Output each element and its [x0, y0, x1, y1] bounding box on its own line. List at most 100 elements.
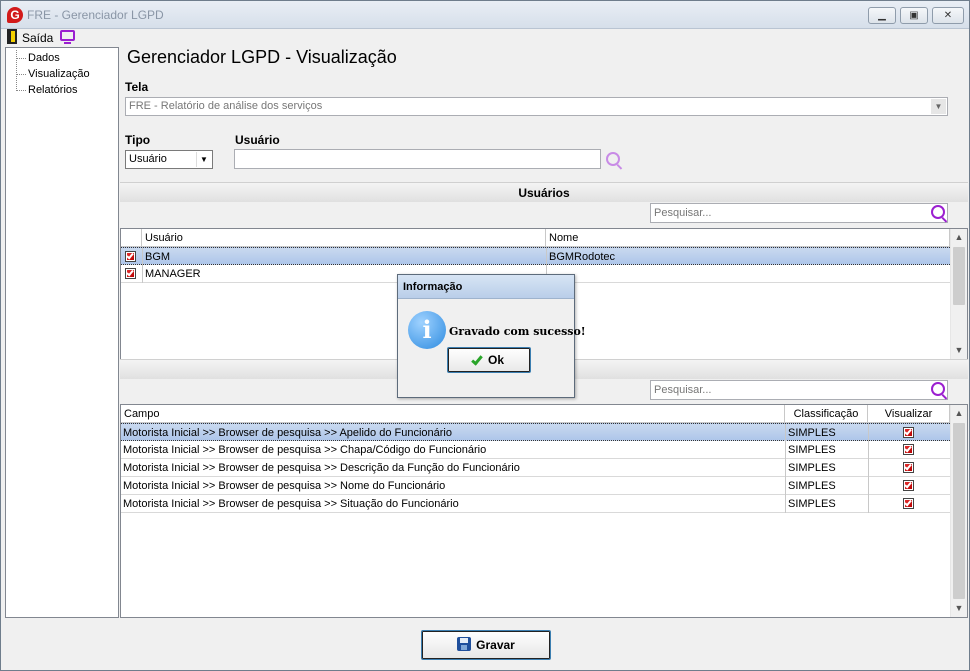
ok-button[interactable]: Ok [447, 347, 531, 373]
tree-item-visualizacao[interactable]: Visualização [6, 66, 118, 82]
cell-classificacao: SIMPLES [788, 444, 836, 456]
search-icon[interactable] [606, 152, 620, 166]
search-icon[interactable] [931, 205, 945, 219]
visualizar-checkbox[interactable] [903, 427, 914, 438]
info-dialog: Informação i Gravado com sucesso! Ok [397, 274, 586, 398]
cell-divider [142, 248, 143, 266]
cell-classificacao: SIMPLES [788, 427, 836, 439]
check-icon [904, 498, 912, 507]
cell-divider [868, 477, 869, 495]
chevron-down-icon[interactable]: ▼ [196, 152, 211, 167]
tipo-select-value: Usuário [129, 153, 167, 165]
usuario-input[interactable] [234, 149, 601, 169]
cell-divider [785, 495, 786, 513]
visualizar-checkbox[interactable] [903, 462, 914, 473]
cell-campo: Motorista Inicial >> Browser de pesquisa… [123, 480, 446, 492]
header-usuario[interactable]: Usuário [142, 229, 546, 247]
cell-divider [546, 248, 547, 266]
cell-divider [785, 441, 786, 459]
tela-label: Tela [125, 80, 149, 94]
cell-divider [785, 459, 786, 477]
tree-item-dados[interactable]: Dados [6, 50, 118, 66]
table-row[interactable]: BGM BGMRodotec [121, 247, 950, 266]
header-classificacao[interactable]: Classificação [785, 405, 868, 423]
check-icon [904, 444, 912, 453]
tela-select-value: FRE - Relatório de análise dos serviços [129, 100, 323, 112]
monitor-icon[interactable] [60, 30, 75, 44]
navigation-tree: Dados Visualização Relatórios [5, 47, 119, 618]
search-icon[interactable] [931, 382, 945, 396]
header-visualizar[interactable]: Visualizar [868, 405, 950, 423]
dialog-title[interactable]: Informação [398, 275, 574, 299]
table-row[interactable]: Motorista Inicial >> Browser de pesquisa… [121, 441, 950, 459]
page-title: Gerenciador LGPD - Visualização [127, 47, 397, 67]
scroll-up-icon[interactable]: ▲ [951, 405, 967, 422]
window-title: FRE - Gerenciador LGPD [27, 8, 164, 22]
fields-scrollbar[interactable]: ▲ ▼ [950, 405, 967, 617]
title-bar[interactable]: G FRE - Gerenciador LGPD ▁ ▣ ✕ [1, 1, 969, 29]
cell-usuario: BGM [145, 251, 171, 263]
exit-door-icon[interactable] [7, 29, 17, 44]
cell-divider [868, 495, 869, 513]
header-check-column [121, 229, 142, 247]
cell-nome [549, 265, 947, 283]
check-icon [126, 251, 134, 260]
users-search-input[interactable]: Pesquisar... [650, 203, 948, 223]
save-button[interactable]: Gravar [421, 630, 551, 660]
ok-button-label: Ok [487, 353, 504, 367]
check-icon [904, 427, 912, 436]
maximize-button[interactable]: ▣ [900, 7, 928, 24]
cell-classificacao: SIMPLES [788, 498, 836, 510]
chevron-down-icon[interactable]: ▼ [931, 99, 946, 114]
cell-campo: Motorista Inicial >> Browser de pesquisa… [123, 462, 520, 474]
table-row[interactable]: Motorista Inicial >> Browser de pesquisa… [121, 495, 950, 513]
cell-divider [868, 424, 869, 442]
table-row[interactable]: Motorista Inicial >> Browser de pesquisa… [121, 423, 950, 442]
scroll-down-icon[interactable]: ▼ [951, 342, 967, 359]
cell-divider [785, 424, 786, 442]
table-row[interactable]: Motorista Inicial >> Browser de pesquisa… [121, 459, 950, 477]
fields-table: Campo Classificação Visualizar Motorista… [120, 404, 968, 618]
cell-divider [868, 459, 869, 477]
visualizar-checkbox[interactable] [903, 498, 914, 509]
cell-campo: Motorista Inicial >> Browser de pesquisa… [123, 427, 452, 439]
tela-select[interactable]: FRE - Relatório de análise dos serviços … [125, 97, 948, 116]
main-window: G FRE - Gerenciador LGPD ▁ ▣ ✕ Saída Dad… [0, 0, 970, 671]
tree-item-relatorios[interactable]: Relatórios [6, 82, 118, 98]
check-icon [126, 268, 134, 277]
cell-divider [868, 441, 869, 459]
scroll-up-icon[interactable]: ▲ [951, 229, 967, 246]
row-checkbox[interactable] [125, 268, 136, 279]
header-campo[interactable]: Campo [121, 405, 785, 423]
cell-nome: BGMRodotec [549, 251, 616, 263]
check-icon [904, 462, 912, 471]
cell-campo: Motorista Inicial >> Browser de pesquisa… [123, 498, 459, 510]
users-scrollbar[interactable]: ▲ ▼ [950, 229, 967, 359]
cell-divider [142, 265, 143, 283]
users-table-header: Usuário Nome [121, 229, 950, 247]
cell-divider [785, 477, 786, 495]
users-section-header: Usuários [120, 182, 968, 202]
check-icon [471, 353, 483, 366]
cell-classificacao: SIMPLES [788, 462, 836, 474]
cell-campo: Motorista Inicial >> Browser de pesquisa… [123, 444, 487, 456]
fields-table-header: Campo Classificação Visualizar [121, 405, 950, 423]
scroll-down-icon[interactable]: ▼ [951, 600, 967, 617]
exit-button[interactable]: Saída [22, 31, 53, 45]
visualizar-checkbox[interactable] [903, 444, 914, 455]
floppy-disk-icon [457, 637, 472, 651]
minimize-button[interactable]: ▁ [868, 7, 896, 24]
cell-classificacao: SIMPLES [788, 480, 836, 492]
header-nome[interactable]: Nome [546, 229, 950, 247]
row-checkbox[interactable] [125, 251, 136, 262]
table-row[interactable]: Motorista Inicial >> Browser de pesquisa… [121, 477, 950, 495]
info-icon: i [408, 311, 446, 349]
fields-search-input[interactable]: Pesquisar... [650, 380, 948, 400]
dialog-message: Gravado com sucesso! [449, 325, 586, 338]
save-button-label: Gravar [476, 638, 515, 652]
scroll-thumb[interactable] [953, 247, 965, 305]
tipo-select[interactable]: Usuário ▼ [125, 150, 213, 169]
visualizar-checkbox[interactable] [903, 480, 914, 491]
close-button[interactable]: ✕ [932, 7, 964, 24]
scroll-thumb[interactable] [953, 423, 965, 599]
